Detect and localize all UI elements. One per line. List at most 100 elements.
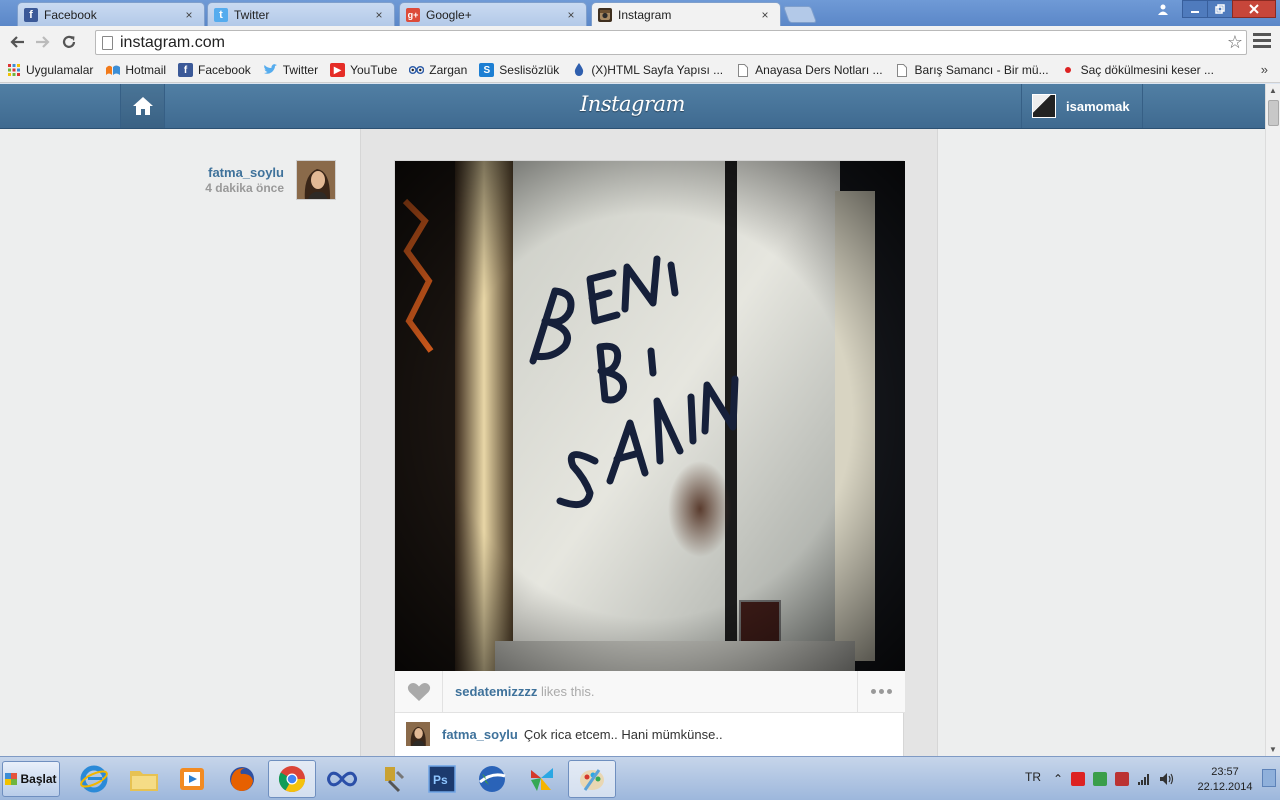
post-photo[interactable] bbox=[395, 161, 905, 671]
back-arrow-icon bbox=[10, 36, 24, 48]
back-button[interactable] bbox=[4, 29, 30, 55]
post-card: sedatemizzzz likes this. fatma_soylu Çok… bbox=[394, 160, 905, 756]
close-icon[interactable]: × bbox=[372, 8, 386, 22]
photoshop-icon[interactable]: Ps bbox=[418, 760, 466, 798]
start-button[interactable]: Başlat bbox=[2, 761, 60, 797]
page-icon bbox=[895, 63, 910, 77]
tab-twitter[interactable]: t Twitter × bbox=[207, 2, 395, 26]
bookmark-anayasa[interactable]: Anayasa Ders Notları ... bbox=[735, 63, 883, 77]
windows-taskbar: Başlat Ps TR ⌃ 23:57 22.12.2014 bbox=[0, 756, 1280, 800]
infinity-app-icon[interactable] bbox=[318, 760, 366, 798]
tab-facebook[interactable]: f Facebook × bbox=[17, 2, 205, 26]
post-time[interactable]: 4 dakika önce bbox=[150, 181, 284, 195]
bookmark-label: YouTube bbox=[350, 63, 398, 77]
antivirus-icon[interactable] bbox=[1093, 771, 1108, 786]
close-icon[interactable]: × bbox=[758, 8, 772, 22]
tab-title: Twitter bbox=[234, 7, 270, 22]
paint-icon[interactable] bbox=[568, 760, 616, 798]
bookmark-label: Barış Samancı - Bir mü... bbox=[914, 63, 1049, 77]
comment-text: Çok rica etcem.. Hani mümkünse.. bbox=[523, 726, 723, 742]
new-tab-button[interactable] bbox=[782, 6, 818, 23]
bookmark-baris-samanci[interactable]: Barış Samancı - Bir mü... bbox=[895, 63, 1049, 77]
liker-link[interactable]: sedatemizzzz bbox=[455, 684, 537, 699]
google-earth-icon[interactable] bbox=[468, 760, 516, 798]
likes-summary: sedatemizzzz likes this. bbox=[443, 684, 857, 699]
bookmarks-overflow-button[interactable]: » bbox=[1261, 62, 1268, 77]
chrome-icon[interactable] bbox=[268, 760, 316, 798]
show-hidden-icons-icon[interactable]: ⌃ bbox=[1053, 772, 1063, 786]
vertical-scrollbar[interactable]: ▲ ▼ bbox=[1265, 84, 1280, 756]
browser-toolbar: ☆ bbox=[0, 26, 1280, 58]
bookmark-seslisozluk[interactable]: S Seslisözlük bbox=[479, 63, 559, 77]
scroll-up-arrow-icon[interactable]: ▲ bbox=[1269, 86, 1277, 95]
bookmark-facebook[interactable]: f Facebook bbox=[178, 63, 251, 77]
tab-instagram[interactable]: Instagram × bbox=[591, 2, 781, 26]
user-menu[interactable]: isamomak bbox=[1021, 84, 1143, 128]
bookmark-star-icon[interactable]: ☆ bbox=[1224, 32, 1246, 53]
right-column bbox=[938, 129, 1265, 756]
system-clock[interactable]: 23:57 22.12.2014 bbox=[1193, 765, 1257, 795]
hotmail-icon bbox=[105, 63, 120, 77]
close-icon[interactable]: × bbox=[182, 8, 196, 22]
network-error-icon[interactable] bbox=[1071, 771, 1086, 786]
heart-icon bbox=[407, 682, 430, 701]
colorful-app-icon[interactable] bbox=[518, 760, 566, 798]
avatar[interactable] bbox=[406, 722, 430, 746]
tab-google-plus[interactable]: g+ Google+ × bbox=[399, 2, 587, 26]
caption-comment: fatma_soylu Çok rica etcem.. Hani mümkün… bbox=[395, 714, 905, 754]
like-button[interactable] bbox=[395, 670, 443, 713]
reload-button[interactable] bbox=[56, 29, 82, 55]
bookmark-apps[interactable]: Uygulamalar bbox=[6, 63, 93, 77]
apps-grid-icon bbox=[6, 63, 21, 77]
file-explorer-icon[interactable] bbox=[120, 760, 168, 798]
google-plus-icon: g+ bbox=[406, 7, 420, 22]
bookmark-zargan[interactable]: Zargan bbox=[409, 63, 467, 77]
instagram-header: Instagram isamomak bbox=[0, 84, 1265, 129]
bookmark-label: Uygulamalar bbox=[26, 63, 94, 77]
language-indicator[interactable]: TR bbox=[1025, 770, 1041, 784]
tools-app-icon[interactable] bbox=[368, 760, 416, 798]
firefox-icon[interactable] bbox=[218, 760, 266, 798]
url-input[interactable] bbox=[120, 33, 1224, 52]
internet-explorer-icon[interactable] bbox=[70, 760, 118, 798]
scroll-down-arrow-icon[interactable]: ▼ bbox=[1269, 745, 1277, 754]
author-avatar[interactable] bbox=[296, 160, 336, 200]
chrome-menu-button[interactable] bbox=[1253, 33, 1271, 51]
minimize-button[interactable] bbox=[1182, 0, 1208, 18]
media-player-icon[interactable] bbox=[168, 760, 216, 798]
page-icon bbox=[102, 35, 113, 50]
likes-bar: sedatemizzzz likes this. bbox=[395, 670, 905, 713]
power-icon[interactable] bbox=[1115, 771, 1130, 786]
signal-icon[interactable] bbox=[1137, 772, 1151, 786]
start-label: Başlat bbox=[20, 772, 57, 786]
bookmark-xhtml[interactable]: (X)HTML Sayfa Yapısı ... bbox=[571, 63, 723, 77]
facebook-icon: f bbox=[178, 63, 194, 77]
dot-icon bbox=[887, 689, 892, 694]
page-viewport: Instagram isamomak fatma_soylu 4 dakika … bbox=[0, 84, 1265, 756]
twitter-icon bbox=[263, 63, 278, 77]
address-bar[interactable]: ☆ bbox=[95, 30, 1247, 55]
youtube-icon: ▶ bbox=[330, 63, 346, 77]
bookmark-hotmail[interactable]: Hotmail bbox=[105, 63, 166, 77]
bookmark-twitter[interactable]: Twitter bbox=[263, 63, 318, 77]
volume-icon[interactable] bbox=[1159, 772, 1174, 786]
close-icon[interactable]: × bbox=[564, 8, 578, 22]
bookmark-sac-dokulmesi[interactable]: Saç dökülmesini keser ... bbox=[1061, 63, 1214, 77]
graffiti-photo-image bbox=[395, 161, 905, 671]
forward-button[interactable] bbox=[30, 29, 56, 55]
dot-icon bbox=[879, 689, 884, 694]
restore-button[interactable] bbox=[1207, 0, 1233, 18]
clock-date: 22.12.2014 bbox=[1197, 781, 1253, 793]
post-author-link[interactable]: fatma_soylu bbox=[160, 165, 284, 180]
show-desktop-button[interactable] bbox=[1262, 769, 1276, 787]
avatar bbox=[1032, 94, 1056, 118]
tab-title: Instagram bbox=[618, 7, 672, 22]
window-close-button[interactable] bbox=[1232, 0, 1276, 18]
profile-icon[interactable] bbox=[1151, 0, 1175, 18]
svg-text:Ps: Ps bbox=[433, 773, 448, 787]
bookmark-youtube[interactable]: ▶ YouTube bbox=[330, 63, 397, 77]
comment-author-link[interactable]: fatma_soylu bbox=[442, 727, 518, 742]
scrollbar-thumb[interactable] bbox=[1268, 100, 1279, 126]
more-options-button[interactable] bbox=[857, 670, 905, 713]
bookmark-label: Saç dökülmesini keser ... bbox=[1080, 63, 1214, 77]
